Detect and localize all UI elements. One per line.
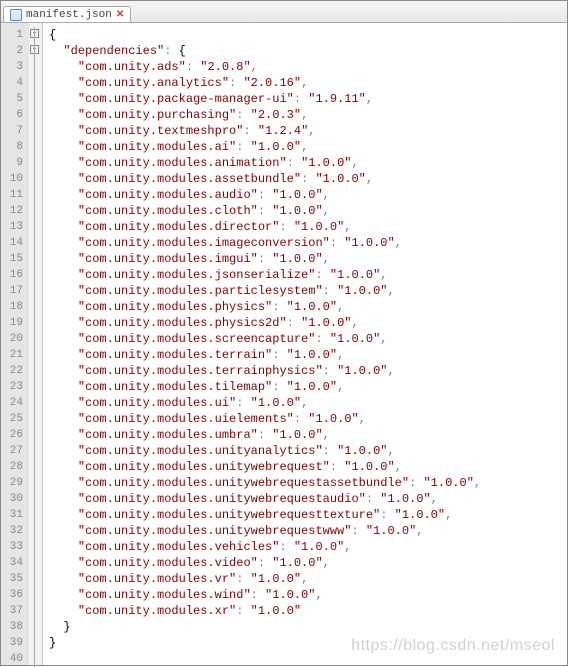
editor-area[interactable]: 1234567891011121314151617181920212223242… — [1, 23, 567, 665]
close-icon[interactable]: ✕ — [116, 9, 124, 21]
tab-manifest[interactable]: manifest.json ✕ — [3, 6, 131, 22]
file-icon — [10, 9, 22, 21]
tab-bar: manifest.json ✕ — [1, 1, 567, 23]
fold-column: -- — [29, 23, 43, 665]
fold-toggle-icon[interactable]: - — [30, 29, 39, 38]
code-content[interactable]: { "dependencies": { "com.unity.ads": "2.… — [43, 23, 481, 665]
fold-toggle-icon[interactable]: - — [30, 45, 39, 54]
line-number-gutter: 1234567891011121314151617181920212223242… — [1, 23, 29, 665]
tab-filename: manifest.json — [26, 9, 112, 21]
